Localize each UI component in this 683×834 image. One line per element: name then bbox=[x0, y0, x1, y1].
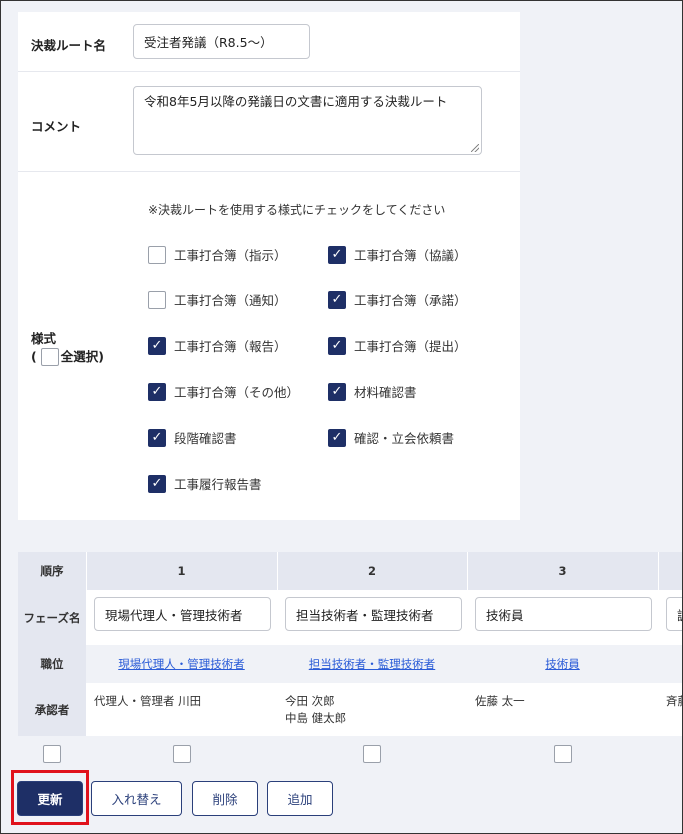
style-checkbox[interactable]: ✓ bbox=[148, 336, 166, 355]
approver-name: 斉藤 bbox=[666, 694, 683, 708]
comment-label: コメント bbox=[31, 119, 82, 134]
route-name-row: 決裁ルート名 受注者発議（R8.5～） bbox=[18, 12, 520, 72]
style-note: ※決裁ルートを使用する様式にチェックをしてください bbox=[148, 203, 446, 217]
style-label: 様式 bbox=[31, 331, 57, 346]
style-checkbox-item[interactable]: ✓ 確認・立会依頼書 bbox=[328, 428, 454, 447]
approver-cell-2: 今田 次郎中島 健太郎 bbox=[285, 693, 346, 726]
position-link-3[interactable]: 技術員 bbox=[545, 656, 580, 672]
approver-cell-3: 佐藤 太一 bbox=[475, 693, 525, 710]
style-checkbox-label: 確認・立会依頼書 bbox=[354, 431, 455, 446]
position-header: 職位 bbox=[18, 645, 86, 683]
column-divider bbox=[277, 552, 278, 590]
comment-text: 令和8年5月以降の発議日の文書に適用する決裁ルート bbox=[144, 94, 448, 109]
comment-row: コメント 令和8年5月以降の発議日の文書に適用する決裁ルート bbox=[18, 72, 520, 172]
style-checkbox-item[interactable]: ✓ 工事打合簿（提出） bbox=[328, 336, 467, 355]
route-form-card: 決裁ルート名 受注者発議（R8.5～） コメント 令和8年5月以降の発議日の文書… bbox=[18, 12, 520, 520]
route-name-label: 決裁ルート名 bbox=[31, 38, 107, 53]
position-cell: 現場代理人・管理技術者 bbox=[86, 645, 277, 683]
order-cell-1: 1 bbox=[177, 564, 186, 578]
order-header: 順序 bbox=[18, 552, 86, 590]
column-select-checkbox-2[interactable] bbox=[363, 745, 381, 763]
column-select-checkbox-1[interactable] bbox=[172, 745, 191, 763]
style-label-group: 様式 ( 全選択) bbox=[31, 330, 104, 366]
order-cell-4 bbox=[658, 552, 683, 590]
style-checkbox-label: 工事履行報告書 bbox=[174, 477, 262, 492]
position-link-1[interactable]: 現場代理人・管理技術者 bbox=[118, 656, 245, 672]
style-checkbox[interactable]: ✓ bbox=[148, 382, 166, 401]
route-name-input[interactable]: 受注者発議（R8.5～） bbox=[133, 24, 310, 59]
style-checkbox[interactable]: ✓ bbox=[148, 474, 166, 493]
style-checkbox-item[interactable]: 工事打合簿（通知） bbox=[148, 290, 287, 309]
select-all-checkbox[interactable] bbox=[40, 347, 59, 366]
style-checkbox-label: 工事打合簿（協議） bbox=[354, 248, 467, 263]
style-checkbox[interactable] bbox=[148, 245, 166, 264]
table-row: 承認者 代理人・管理者 川田 今田 次郎中島 健太郎 佐藤 太一 斉藤 bbox=[18, 683, 683, 736]
comment-textarea[interactable]: 令和8年5月以降の発議日の文書に適用する決裁ルート bbox=[133, 86, 482, 155]
approver-name: 代理人・管理者 川田 bbox=[94, 694, 202, 708]
style-checkbox[interactable]: ✓ bbox=[328, 290, 346, 309]
style-checkbox-item[interactable]: ✓ 工事履行報告書 bbox=[148, 474, 262, 493]
style-checkbox-label: 工事打合簿（提出） bbox=[354, 339, 467, 354]
phase-name-input-4[interactable]: 調 bbox=[666, 597, 683, 631]
update-button[interactable]: 更新 bbox=[17, 781, 83, 816]
style-checkbox-item[interactable]: ✓ 工事打合簿（協議） bbox=[328, 245, 467, 264]
style-checkbox[interactable]: ✓ bbox=[328, 382, 346, 401]
style-checkbox-label: 工事打合簿（承諾） bbox=[354, 293, 467, 308]
approver-name: 今田 次郎 bbox=[285, 694, 335, 708]
column-divider bbox=[86, 552, 87, 590]
column-divider bbox=[658, 552, 659, 590]
style-checkbox-item[interactable]: ✓ 材料確認書 bbox=[328, 382, 417, 401]
delete-button[interactable]: 削除 bbox=[192, 781, 258, 816]
style-checkbox-label: 工事打合簿（指示） bbox=[174, 248, 287, 263]
add-button[interactable]: 追加 bbox=[267, 781, 333, 816]
position-link-2[interactable]: 担当技術者・監理技術者 bbox=[309, 656, 436, 672]
column-select-checkbox-3[interactable] bbox=[553, 745, 572, 763]
phase-name-input-1[interactable]: 現場代理人・管理技術者 bbox=[94, 597, 271, 631]
position-cell bbox=[658, 645, 683, 683]
select-all-label: 全選択) bbox=[60, 348, 104, 364]
style-checkbox-label: 段階確認書 bbox=[174, 431, 237, 446]
table-row bbox=[18, 736, 683, 772]
style-checkbox[interactable] bbox=[148, 290, 166, 309]
style-checkbox-item[interactable]: ✓ 工事打合簿（報告） bbox=[148, 336, 287, 355]
reorder-button[interactable]: 入れ替え bbox=[91, 781, 182, 816]
approver-header: 承認者 bbox=[18, 683, 86, 736]
style-checkbox-label: 工事打合簿（報告） bbox=[174, 339, 287, 354]
approver-cell-4: 斉藤 bbox=[666, 693, 683, 710]
table-row: 職位 現場代理人・管理技術者 担当技術者・監理技術者 技術員 bbox=[18, 645, 683, 683]
style-checkbox[interactable]: ✓ bbox=[148, 428, 166, 447]
style-checkbox-item[interactable]: 工事打合簿（指示） bbox=[148, 245, 287, 264]
style-checkbox[interactable]: ✓ bbox=[328, 245, 346, 264]
phase-name-input-3[interactable]: 技術員 bbox=[475, 597, 652, 631]
style-checkbox-item[interactable]: ✓ 工事打合簿（承諾） bbox=[328, 290, 467, 309]
style-checkbox-item[interactable]: ✓ 工事打合簿（その他） bbox=[148, 382, 299, 401]
style-checkbox-label: 工事打合簿（その他） bbox=[174, 385, 300, 400]
select-all-open-paren: ( bbox=[31, 348, 37, 364]
position-cell: 担当技術者・監理技術者 bbox=[277, 645, 467, 683]
table-row: フェーズ名 現場代理人・管理技術者担当技術者・監理技術者技術員調 bbox=[18, 590, 683, 645]
style-checkbox-label: 材料確認書 bbox=[354, 385, 417, 400]
position-cell: 技術員 bbox=[467, 645, 658, 683]
approver-cell-1: 代理人・管理者 川田 bbox=[94, 693, 201, 710]
approver-name: 中島 健太郎 bbox=[285, 710, 347, 725]
resize-grip-icon[interactable] bbox=[471, 144, 479, 152]
order-cell-3: 3 bbox=[558, 564, 567, 578]
order-cell-2: 2 bbox=[367, 564, 376, 578]
table-header-row: 順序 1 2 3 bbox=[18, 552, 683, 590]
style-checkbox[interactable]: ✓ bbox=[328, 428, 346, 447]
approver-name: 佐藤 太一 bbox=[475, 694, 525, 708]
phase-name-input-2[interactable]: 担当技術者・監理技術者 bbox=[285, 597, 462, 631]
style-checkbox[interactable]: ✓ bbox=[328, 336, 346, 355]
phase-header: フェーズ名 bbox=[18, 590, 86, 645]
select-all-columns-checkbox[interactable] bbox=[43, 745, 61, 763]
column-divider bbox=[467, 552, 468, 590]
style-checkbox-item[interactable]: ✓ 段階確認書 bbox=[148, 428, 237, 447]
style-checkbox-label: 工事打合簿（通知） bbox=[174, 293, 287, 308]
